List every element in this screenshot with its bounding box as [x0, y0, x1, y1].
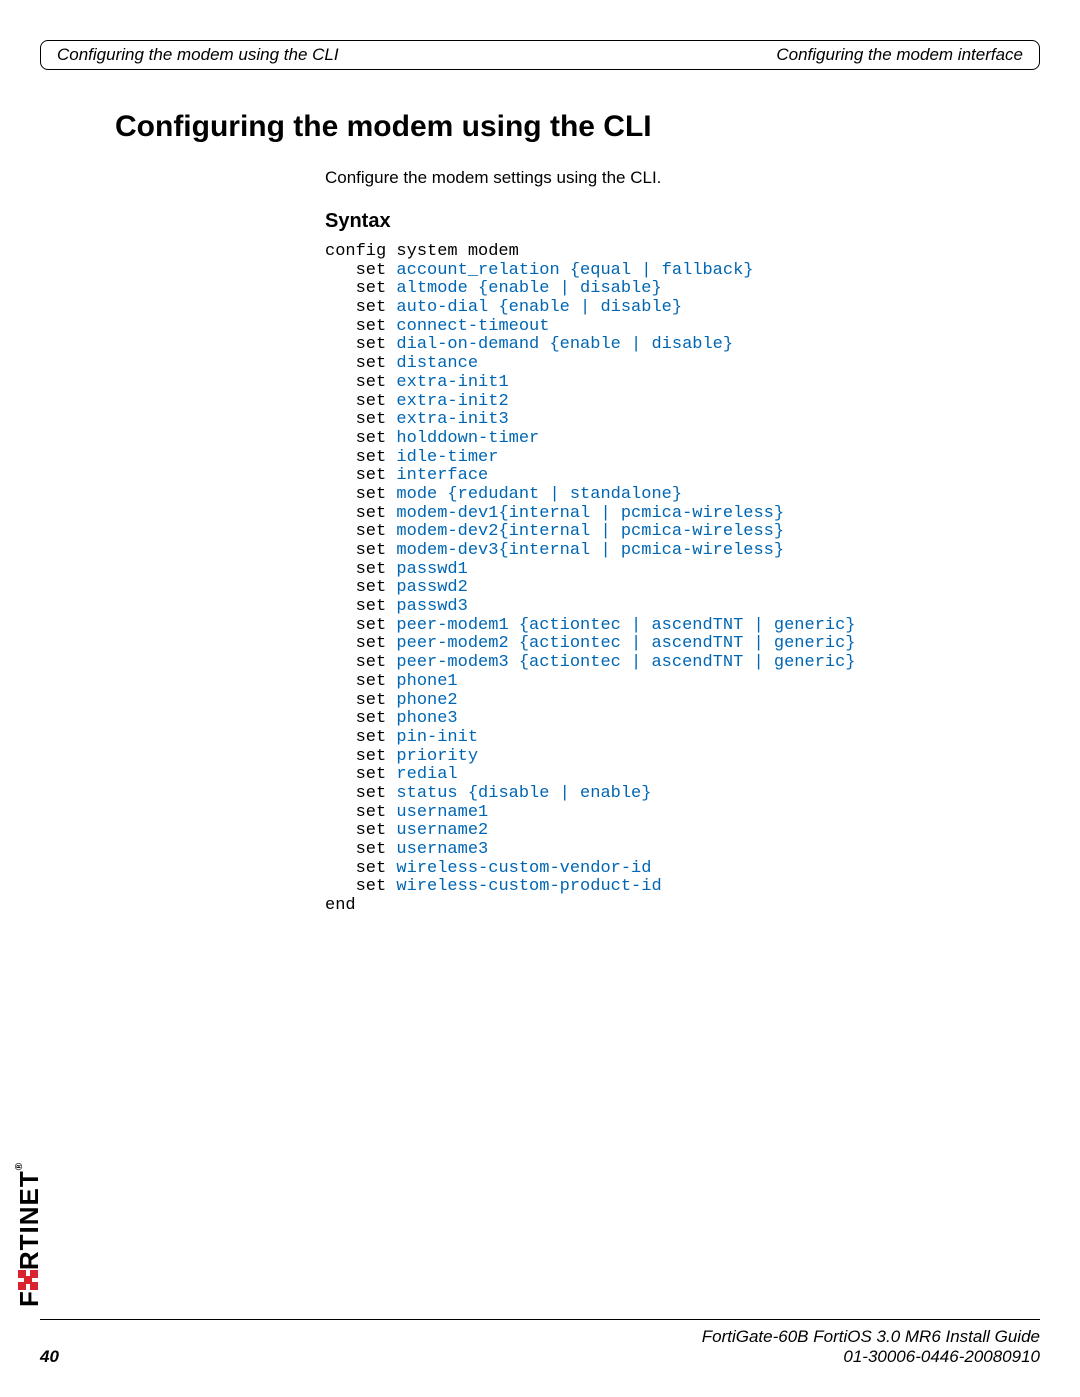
header-left-text: Configuring the modem using the CLI [57, 45, 339, 65]
syntax-heading: Syntax [325, 210, 1030, 233]
page-footer: 40 FortiGate-60B FortiOS 3.0 MR6 Install… [40, 1319, 1040, 1367]
footer-page-number: 40 [40, 1347, 59, 1367]
header-right-text: Configuring the modem interface [776, 45, 1023, 65]
intro-text: Configure the modem settings using the C… [325, 168, 1030, 188]
code-block: config system modem set account_relation… [325, 243, 1030, 916]
brand-square-icon [14, 1270, 45, 1290]
footer-doc-id: 01-30006-0446-20080910 [843, 1347, 1040, 1366]
footer-guide: FortiGate-60B FortiOS 3.0 MR6 Install Gu… [702, 1327, 1040, 1346]
page-title: Configuring the modem using the CLI [115, 110, 1030, 144]
page-header-bar: Configuring the modem using the CLI Conf… [40, 40, 1040, 70]
brand-logo: FRTINET® [14, 1162, 45, 1307]
